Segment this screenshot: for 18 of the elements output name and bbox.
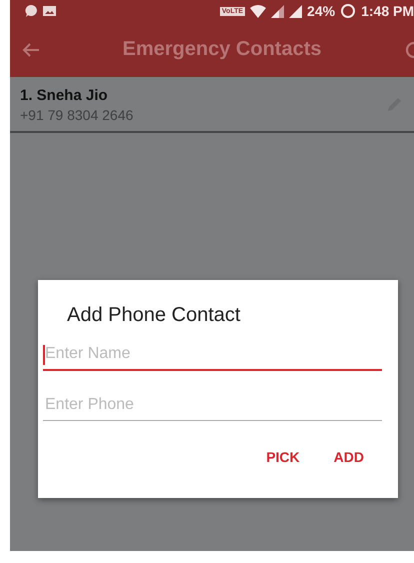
- contact-phone: +91 79 8304 2646: [20, 107, 134, 123]
- contact-name: 1. Sneha Jio: [20, 87, 109, 104]
- signal-icon: [289, 4, 302, 18]
- contact-row[interactable]: 1. Sneha Jio +91 79 8304 2646: [10, 77, 414, 133]
- wifi-icon: [250, 4, 266, 18]
- signal-icon: [271, 4, 284, 18]
- battery-ring-icon: [340, 3, 356, 19]
- image-icon: [43, 5, 56, 17]
- refresh-icon[interactable]: [404, 40, 414, 60]
- input-field[interactable]: Enter Name: [43, 339, 382, 371]
- input-field[interactable]: Enter Phone: [43, 389, 382, 421]
- chat-bubble-icon: [24, 4, 38, 18]
- back-icon[interactable]: [22, 42, 40, 58]
- clock: 1:48 PM: [361, 3, 414, 19]
- text-cursor: [43, 345, 45, 365]
- battery-percent: 24%: [307, 3, 336, 19]
- screen-title: Emergency Contacts: [122, 38, 322, 61]
- dialog-title: Add Phone Contact: [67, 304, 242, 327]
